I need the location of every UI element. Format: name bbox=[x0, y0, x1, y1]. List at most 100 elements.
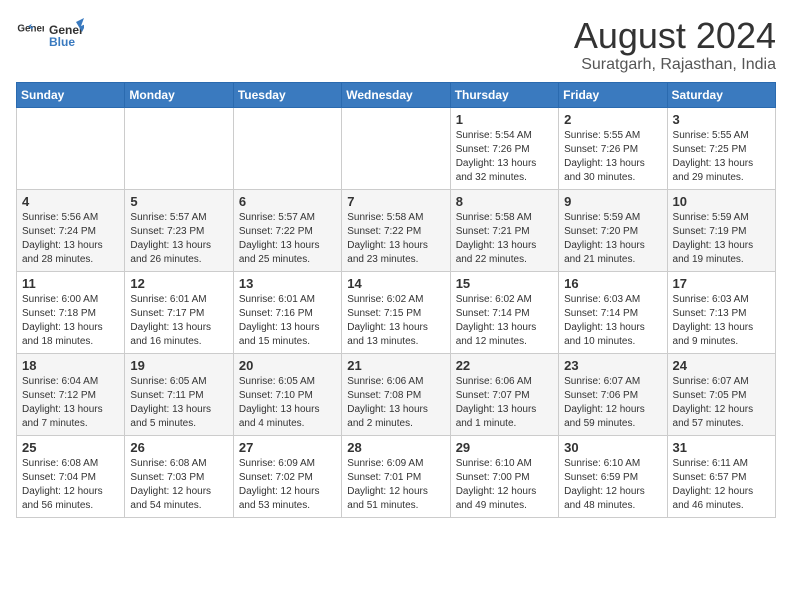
day-number: 31 bbox=[673, 440, 770, 455]
day-number: 29 bbox=[456, 440, 553, 455]
calendar-cell: 9Sunrise: 5:59 AM Sunset: 7:20 PM Daylig… bbox=[559, 189, 667, 271]
calendar-cell: 13 Sunrise: 6:01 AM Sunset: 7:16 PM Dayli… bbox=[233, 271, 341, 353]
day-info: Sunrise: 5:58 AM Sunset: 7:22 PM Dayligh… bbox=[347, 211, 444, 267]
day-header-friday: Friday bbox=[559, 82, 667, 107]
day-info: Sunrise: 6:05 AM Sunset: 7:11 PM Dayligh… bbox=[130, 375, 227, 431]
calendar-table: SundayMondayTuesdayWednesdayThursdayFrid… bbox=[16, 82, 776, 518]
day-number: 17 bbox=[673, 276, 770, 291]
day-header-thursday: Thursday bbox=[450, 82, 558, 107]
day-number: 15 bbox=[456, 276, 553, 291]
calendar-cell: 19 Sunrise: 6:05 AM Sunset: 7:11 PM Dayli… bbox=[125, 353, 233, 435]
page-header: General General Blue August 2024 Suratga… bbox=[16, 16, 776, 74]
calendar-cell: 14 Sunrise: 6:02 AM Sunset: 7:15 PM Dayli… bbox=[342, 271, 450, 353]
day-info: Sunrise: 5:56 AM Sunset: 7:24 PM Dayligh… bbox=[22, 211, 119, 267]
day-number: 11 bbox=[22, 276, 119, 291]
day-info: Sunrise: 5:57 AM Sunset: 7:23 PM Dayligh… bbox=[130, 211, 227, 267]
day-info: Sunrise: 6:05 AM Sunset: 7:10 PM Dayligh… bbox=[239, 375, 336, 431]
day-header-sunday: Sunday bbox=[17, 82, 125, 107]
day-info: Sunrise: 6:00 AM Sunset: 7:18 PM Dayligh… bbox=[22, 293, 119, 349]
calendar-cell bbox=[342, 107, 450, 189]
calendar-cell: 17Sunrise: 6:03 AM Sunset: 7:13 PM Dayli… bbox=[667, 271, 775, 353]
day-number: 2 bbox=[564, 112, 661, 127]
calendar-cell: 26Sunrise: 6:08 AM Sunset: 7:03 PM Dayli… bbox=[125, 435, 233, 517]
calendar-cell: 3Sunrise: 5:55 AM Sunset: 7:25 PM Daylig… bbox=[667, 107, 775, 189]
calendar-cell: 24 Sunrise: 6:07 AM Sunset: 7:05 PM Dayli… bbox=[667, 353, 775, 435]
calendar-week-row: 25 Sunrise: 6:08 AM Sunset: 7:04 PM Dayli… bbox=[17, 435, 776, 517]
day-info: Sunrise: 5:59 AM Sunset: 7:19 PM Dayligh… bbox=[673, 211, 770, 267]
day-number: 24 bbox=[673, 358, 770, 373]
day-info: Sunrise: 6:10 AM Sunset: 7:00 PM Dayligh… bbox=[456, 457, 553, 513]
calendar-week-row: 18 Sunrise: 6:04 AM Sunset: 7:12 PM Dayli… bbox=[17, 353, 776, 435]
day-number: 14 bbox=[347, 276, 444, 291]
calendar-cell: 29 Sunrise: 6:10 AM Sunset: 7:00 PM Dayli… bbox=[450, 435, 558, 517]
day-info: Sunrise: 6:11 AM Sunset: 6:57 PM Dayligh… bbox=[673, 457, 770, 513]
day-info: Sunrise: 6:08 AM Sunset: 7:04 PM Dayligh… bbox=[22, 457, 119, 513]
day-number: 1 bbox=[456, 112, 553, 127]
calendar-cell: 22 Sunrise: 6:06 AM Sunset: 7:07 PM Dayli… bbox=[450, 353, 558, 435]
calendar-cell: 25 Sunrise: 6:08 AM Sunset: 7:04 PM Dayli… bbox=[17, 435, 125, 517]
calendar-cell: 10 Sunrise: 5:59 AM Sunset: 7:19 PM Dayli… bbox=[667, 189, 775, 271]
day-info: Sunrise: 5:57 AM Sunset: 7:22 PM Dayligh… bbox=[239, 211, 336, 267]
calendar-cell: 4Sunrise: 5:56 AM Sunset: 7:24 PM Daylig… bbox=[17, 189, 125, 271]
day-number: 18 bbox=[22, 358, 119, 373]
day-number: 8 bbox=[456, 194, 553, 209]
calendar-cell: 5Sunrise: 5:57 AM Sunset: 7:23 PM Daylig… bbox=[125, 189, 233, 271]
day-info: Sunrise: 5:54 AM Sunset: 7:26 PM Dayligh… bbox=[456, 129, 553, 185]
day-number: 26 bbox=[130, 440, 227, 455]
logo-bird-icon: General Blue bbox=[48, 16, 84, 52]
calendar-cell: 18 Sunrise: 6:04 AM Sunset: 7:12 PM Dayli… bbox=[17, 353, 125, 435]
day-number: 22 bbox=[456, 358, 553, 373]
day-info: Sunrise: 6:04 AM Sunset: 7:12 PM Dayligh… bbox=[22, 375, 119, 431]
day-number: 23 bbox=[564, 358, 661, 373]
day-info: Sunrise: 6:06 AM Sunset: 7:08 PM Dayligh… bbox=[347, 375, 444, 431]
calendar-week-row: 1 Sunrise: 5:54 AM Sunset: 7:26 PM Daylig… bbox=[17, 107, 776, 189]
day-info: Sunrise: 6:03 AM Sunset: 7:14 PM Dayligh… bbox=[564, 293, 661, 349]
calendar-cell: 7 Sunrise: 5:58 AM Sunset: 7:22 PM Daylig… bbox=[342, 189, 450, 271]
calendar-cell: 8 Sunrise: 5:58 AM Sunset: 7:21 PM Daylig… bbox=[450, 189, 558, 271]
calendar-cell: 31 Sunrise: 6:11 AM Sunset: 6:57 PM Dayli… bbox=[667, 435, 775, 517]
calendar-cell: 6 Sunrise: 5:57 AM Sunset: 7:22 PM Daylig… bbox=[233, 189, 341, 271]
day-header-wednesday: Wednesday bbox=[342, 82, 450, 107]
calendar-cell: 20 Sunrise: 6:05 AM Sunset: 7:10 PM Dayli… bbox=[233, 353, 341, 435]
day-number: 27 bbox=[239, 440, 336, 455]
day-number: 9 bbox=[564, 194, 661, 209]
day-info: Sunrise: 6:09 AM Sunset: 7:02 PM Dayligh… bbox=[239, 457, 336, 513]
day-number: 30 bbox=[564, 440, 661, 455]
day-number: 6 bbox=[239, 194, 336, 209]
day-info: Sunrise: 6:02 AM Sunset: 7:15 PM Dayligh… bbox=[347, 293, 444, 349]
calendar-cell: 30 Sunrise: 6:10 AM Sunset: 6:59 PM Dayli… bbox=[559, 435, 667, 517]
day-header-saturday: Saturday bbox=[667, 82, 775, 107]
day-number: 20 bbox=[239, 358, 336, 373]
svg-text:Blue: Blue bbox=[49, 35, 75, 49]
day-info: Sunrise: 6:10 AM Sunset: 6:59 PM Dayligh… bbox=[564, 457, 661, 513]
calendar-cell: 11 Sunrise: 6:00 AM Sunset: 7:18 PM Dayli… bbox=[17, 271, 125, 353]
day-number: 13 bbox=[239, 276, 336, 291]
day-number: 16 bbox=[564, 276, 661, 291]
day-info: Sunrise: 5:58 AM Sunset: 7:21 PM Dayligh… bbox=[456, 211, 553, 267]
location-subtitle: Suratgarh, Rajasthan, India bbox=[574, 56, 776, 74]
day-number: 3 bbox=[673, 112, 770, 127]
calendar-cell: 23 Sunrise: 6:07 AM Sunset: 7:06 PM Dayli… bbox=[559, 353, 667, 435]
day-info: Sunrise: 6:07 AM Sunset: 7:06 PM Dayligh… bbox=[564, 375, 661, 431]
day-number: 19 bbox=[130, 358, 227, 373]
calendar-header-row: SundayMondayTuesdayWednesdayThursdayFrid… bbox=[17, 82, 776, 107]
day-number: 10 bbox=[673, 194, 770, 209]
month-year-title: August 2024 bbox=[574, 16, 776, 56]
day-header-tuesday: Tuesday bbox=[233, 82, 341, 107]
calendar-cell: 1 Sunrise: 5:54 AM Sunset: 7:26 PM Daylig… bbox=[450, 107, 558, 189]
day-info: Sunrise: 6:01 AM Sunset: 7:16 PM Dayligh… bbox=[239, 293, 336, 349]
day-info: Sunrise: 5:55 AM Sunset: 7:26 PM Dayligh… bbox=[564, 129, 661, 185]
day-info: Sunrise: 6:07 AM Sunset: 7:05 PM Dayligh… bbox=[673, 375, 770, 431]
day-info: Sunrise: 6:09 AM Sunset: 7:01 PM Dayligh… bbox=[347, 457, 444, 513]
day-info: Sunrise: 6:06 AM Sunset: 7:07 PM Dayligh… bbox=[456, 375, 553, 431]
calendar-cell bbox=[233, 107, 341, 189]
day-number: 25 bbox=[22, 440, 119, 455]
day-info: Sunrise: 6:02 AM Sunset: 7:14 PM Dayligh… bbox=[456, 293, 553, 349]
day-header-monday: Monday bbox=[125, 82, 233, 107]
title-block: August 2024 Suratgarh, Rajasthan, India bbox=[574, 16, 776, 74]
calendar-cell bbox=[125, 107, 233, 189]
day-number: 7 bbox=[347, 194, 444, 209]
logo: General General Blue bbox=[16, 16, 84, 52]
calendar-cell: 16 Sunrise: 6:03 AM Sunset: 7:14 PM Dayli… bbox=[559, 271, 667, 353]
calendar-cell bbox=[17, 107, 125, 189]
